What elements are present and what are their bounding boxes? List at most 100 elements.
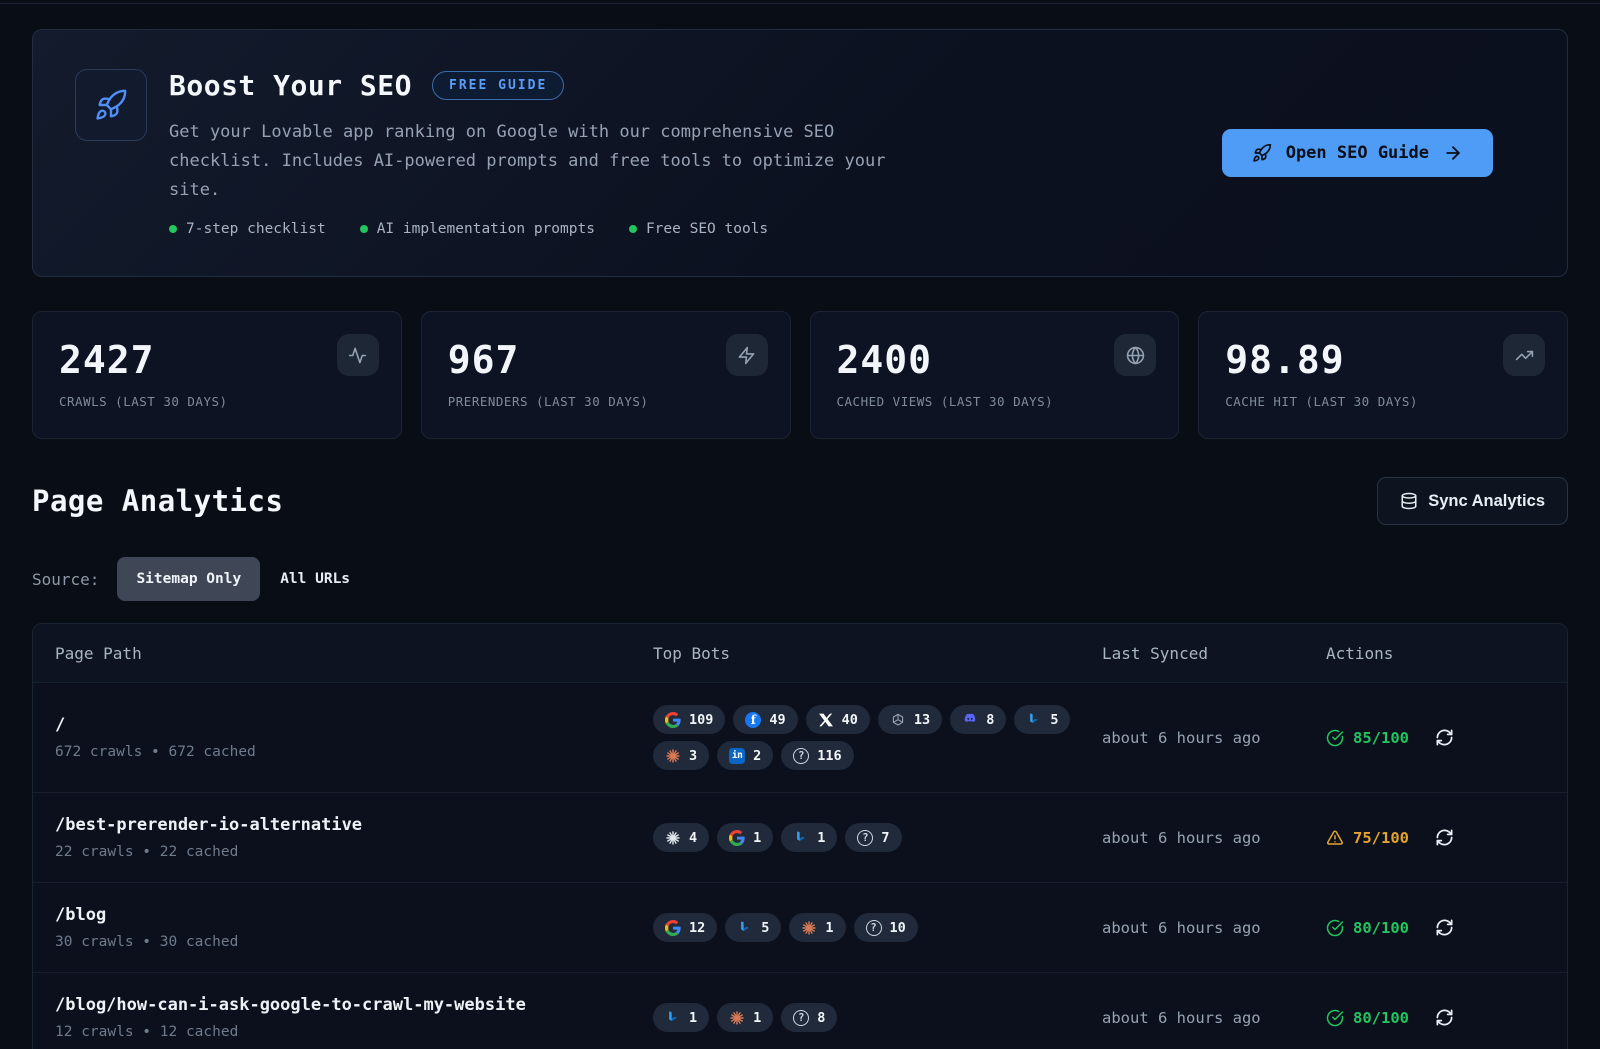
feature-label: AI implementation prompts xyxy=(377,221,595,237)
arrow-right-icon xyxy=(1443,143,1463,163)
page-path-cell: /blog 30 crawls • 30 cached xyxy=(55,905,653,950)
bot-count: 12 xyxy=(689,920,705,936)
stat-card-prerenders: 967 PRERENDERS (LAST 30 DAYS) xyxy=(421,311,791,439)
banner-text-block: Boost Your SEO FREE GUIDE Get your Lovab… xyxy=(169,69,921,237)
bot-badge-unknown: ?116 xyxy=(781,741,853,770)
rocket-icon xyxy=(75,69,147,141)
bot-count: 13 xyxy=(914,712,930,728)
bing-bot-icon xyxy=(1026,712,1042,728)
column-page-path: Page Path xyxy=(55,644,653,663)
last-synced: about 6 hours ago xyxy=(1102,729,1326,747)
banner-title: Boost Your SEO xyxy=(169,69,412,102)
refresh-button[interactable] xyxy=(1435,1008,1454,1027)
stat-value: 98.89 xyxy=(1225,338,1541,382)
top-bots-cell: 109f494013853in2?116 xyxy=(653,705,1093,770)
bot-badge-claude: 3 xyxy=(653,741,709,770)
check-circle-icon xyxy=(1326,1009,1344,1027)
bot-badge-ai: 4 xyxy=(653,823,709,852)
stat-card-crawls: 2427 CRAWLS (LAST 30 DAYS) xyxy=(32,311,402,439)
actions-cell: 80/100 xyxy=(1326,918,1545,937)
stat-label: CRAWLS (LAST 30 DAYS) xyxy=(59,394,375,409)
last-synced: about 6 hours ago xyxy=(1102,919,1326,937)
crawl-meta: 30 crawls • 30 cached xyxy=(55,934,653,950)
free-guide-badge: FREE GUIDE xyxy=(432,71,564,100)
stat-card-cached-views: 2400 CACHED VIEWS (LAST 30 DAYS) xyxy=(810,311,1180,439)
feature-item: Free SEO tools xyxy=(629,221,768,237)
google-bot-icon xyxy=(665,712,681,728)
score-value: 75/100 xyxy=(1353,829,1409,847)
bot-badge-openai: 13 xyxy=(878,705,942,734)
score-value: 80/100 xyxy=(1353,919,1409,937)
bot-badge-google: 12 xyxy=(653,913,717,942)
globe-icon xyxy=(1114,334,1156,376)
source-option-sitemap-only[interactable]: Sitemap Only xyxy=(117,557,260,601)
bot-count: 4 xyxy=(689,830,697,846)
claude-bot-icon xyxy=(729,1010,745,1026)
bot-count: 1 xyxy=(753,830,761,846)
bot-count: 3 xyxy=(689,748,697,764)
bot-badge-facebook: f 49 xyxy=(733,705,797,734)
seo-score: 85/100 xyxy=(1326,729,1409,747)
last-synced: about 6 hours ago xyxy=(1102,829,1326,847)
bot-count: 8 xyxy=(986,712,994,728)
claude-bot-icon xyxy=(801,920,817,936)
stat-label: CACHED VIEWS (LAST 30 DAYS) xyxy=(837,394,1153,409)
bot-count: 7 xyxy=(881,830,889,846)
score-value: 85/100 xyxy=(1353,729,1409,747)
linkedin-bot-icon: in xyxy=(729,748,745,764)
seo-score: 80/100 xyxy=(1326,1009,1409,1027)
source-option-all-urls[interactable]: All URLs xyxy=(280,571,350,587)
stat-card-cache-hit: 98.89 CACHE HIT (LAST 30 DAYS) xyxy=(1198,311,1568,439)
banner-content: Boost Your SEO FREE GUIDE Get your Lovab… xyxy=(75,69,921,237)
feature-label: Free SEO tools xyxy=(646,221,768,237)
google-bot-icon xyxy=(665,920,681,936)
table-row: /blog/how-can-i-ask-google-to-crawl-my-w… xyxy=(33,972,1567,1049)
stat-label: CACHE HIT (LAST 30 DAYS) xyxy=(1225,394,1541,409)
zap-icon xyxy=(726,334,768,376)
table-row: / 672 crawls • 672 cached 109f494013853i… xyxy=(33,682,1567,792)
cta-label: Open SEO Guide xyxy=(1286,143,1429,163)
bot-count: 5 xyxy=(1050,712,1058,728)
last-synced: about 6 hours ago xyxy=(1102,1009,1326,1027)
crawl-meta: 22 crawls • 22 cached xyxy=(55,844,653,860)
table-row: /blog 30 crawls • 30 cached 1251?10 abou… xyxy=(33,882,1567,972)
green-dot-icon xyxy=(169,225,177,233)
facebook-bot-icon: f xyxy=(745,712,761,728)
column-last-synced: Last Synced xyxy=(1102,644,1326,663)
refresh-button[interactable] xyxy=(1435,728,1454,747)
score-value: 80/100 xyxy=(1353,1009,1409,1027)
unknown-bot-icon: ? xyxy=(857,830,873,846)
banner-description: Get your Lovable app ranking on Google w… xyxy=(169,118,921,205)
bot-count: 49 xyxy=(769,712,785,728)
banner-features: 7-step checklist AI implementation promp… xyxy=(169,221,921,237)
bot-badge-unknown: ?7 xyxy=(845,823,901,852)
bot-count: 1 xyxy=(817,830,825,846)
actions-cell: 75/100 xyxy=(1326,828,1545,847)
bot-badge-google: 109 xyxy=(653,705,725,734)
page-analytics-table: Page Path Top Bots Last Synced Actions /… xyxy=(32,623,1568,1049)
open-seo-guide-button[interactable]: Open SEO Guide xyxy=(1222,129,1493,177)
green-dot-icon xyxy=(360,225,368,233)
alert-triangle-icon xyxy=(1326,829,1344,847)
sync-button-label: Sync Analytics xyxy=(1428,492,1545,511)
feature-item: 7-step checklist xyxy=(169,221,326,237)
refresh-button[interactable] xyxy=(1435,828,1454,847)
page-path-link[interactable]: / xyxy=(55,715,653,735)
activity-icon xyxy=(337,334,379,376)
bot-count: 1 xyxy=(753,1010,761,1026)
sync-analytics-button[interactable]: Sync Analytics xyxy=(1377,477,1568,525)
page-path-link[interactable]: /blog/how-can-i-ask-google-to-crawl-my-w… xyxy=(55,995,653,1015)
page-path-cell: /best-prerender-io-alternative 22 crawls… xyxy=(55,815,653,860)
page-path-link[interactable]: /blog xyxy=(55,905,653,925)
refresh-button[interactable] xyxy=(1435,918,1454,937)
source-label: Source: xyxy=(32,570,99,589)
seo-score: 80/100 xyxy=(1326,919,1409,937)
table-row: /best-prerender-io-alternative 22 crawls… xyxy=(33,792,1567,882)
stat-label: PRERENDERS (LAST 30 DAYS) xyxy=(448,394,764,409)
bot-count: 109 xyxy=(689,712,713,728)
bing-bot-icon xyxy=(793,830,809,846)
bing-bot-icon xyxy=(665,1010,681,1026)
page-path-link[interactable]: /best-prerender-io-alternative xyxy=(55,815,653,835)
unknown-bot-icon: ? xyxy=(793,1010,809,1026)
discord-bot-icon xyxy=(962,712,978,728)
